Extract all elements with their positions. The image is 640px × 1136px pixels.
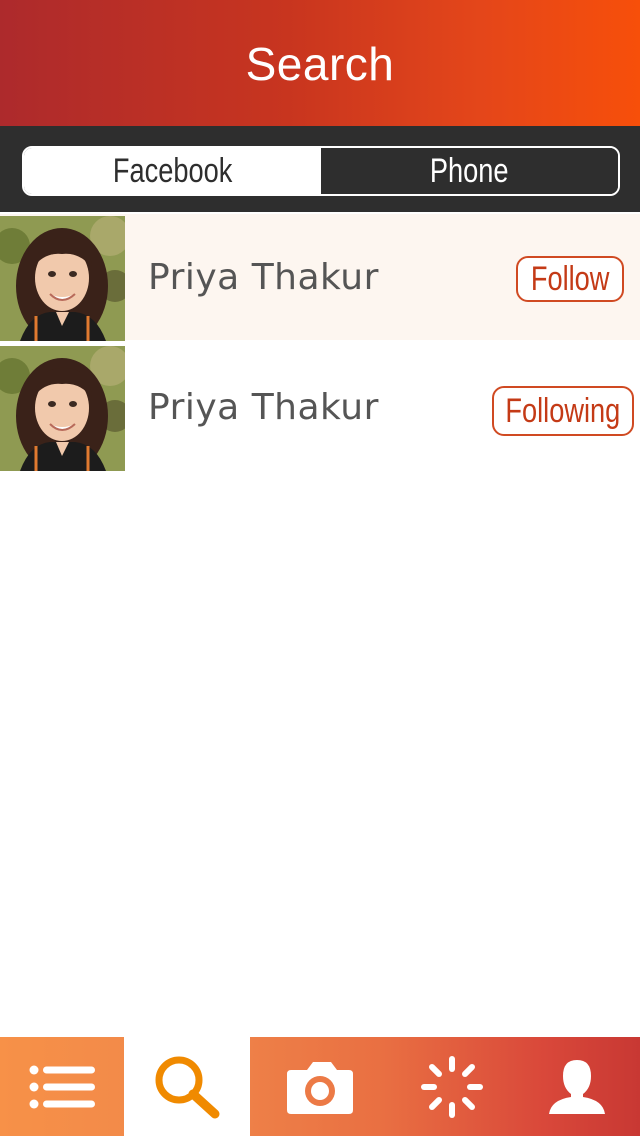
tab-feed[interactable] [0, 1037, 124, 1136]
following-button[interactable]: Following [492, 386, 634, 436]
user-name: Priya Thakur [148, 256, 379, 298]
segment-facebook-label: Facebook [112, 151, 233, 190]
header-bar: Search [0, 0, 640, 126]
avatar-photo [0, 216, 125, 341]
segment-facebook[interactable]: Facebook [24, 148, 321, 194]
page-title: Search [245, 38, 395, 90]
search-screen: Search Facebook Phone Priya Thakur Follo… [0, 0, 640, 1136]
user-name: Priya Thakur [148, 386, 379, 428]
source-segmented-control: Facebook Phone [22, 146, 620, 196]
tab-camera[interactable] [250, 1037, 390, 1136]
avatar [0, 346, 125, 471]
segment-phone-label: Phone [430, 151, 509, 190]
search-icon [155, 1056, 220, 1118]
results-list: Priya Thakur Follow Priya Thakur Followi… [0, 214, 640, 474]
tab-activity[interactable] [390, 1037, 514, 1136]
profile-icon [549, 1059, 605, 1114]
following-button-label: Following [505, 391, 621, 430]
tab-bar [0, 1037, 640, 1136]
tab-profile[interactable] [514, 1037, 640, 1136]
camera-icon [287, 1061, 353, 1114]
follow-button[interactable]: Follow [516, 256, 624, 302]
avatar [0, 216, 125, 341]
follow-button-label: Follow [530, 259, 610, 298]
tab-search[interactable] [124, 1037, 250, 1136]
avatar-photo [0, 346, 125, 471]
activity-spinner-icon [421, 1055, 483, 1118]
segment-phone[interactable]: Phone [321, 148, 618, 194]
list-item[interactable]: Priya Thakur Following [0, 344, 640, 471]
list-icon [29, 1065, 95, 1108]
list-item[interactable]: Priya Thakur Follow [0, 214, 640, 341]
segment-bar: Facebook Phone [0, 126, 640, 212]
